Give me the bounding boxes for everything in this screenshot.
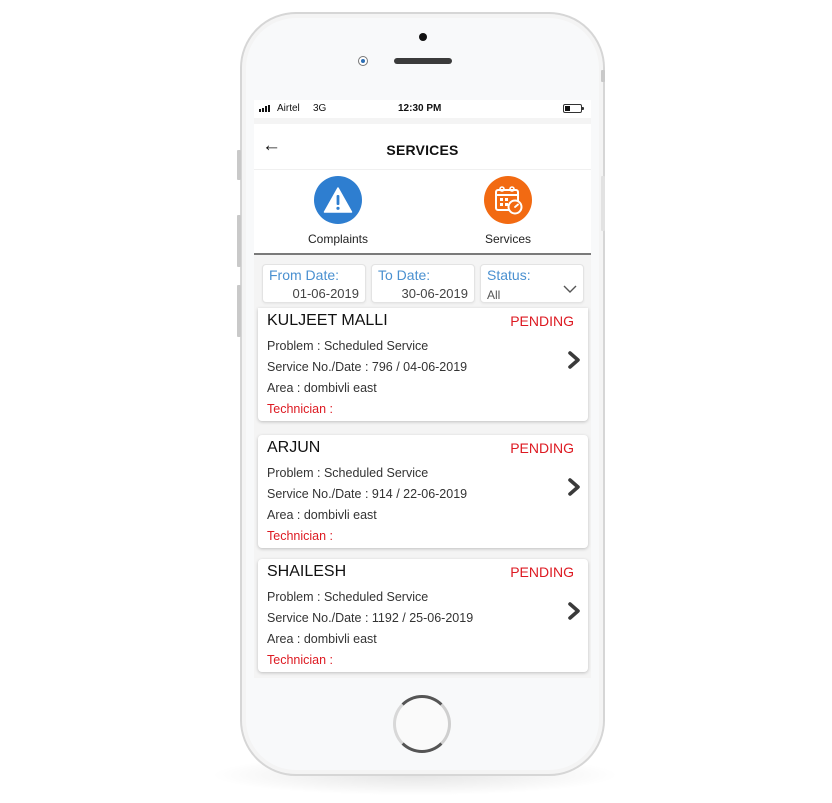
service-number-date: Service No./Date : 1192 / 25-06-2019 (267, 611, 474, 625)
from-date-picker[interactable]: From Date: 01-06-2019 (262, 264, 366, 303)
chevron-right-icon[interactable] (567, 477, 581, 497)
status-select[interactable]: Status: All (480, 264, 584, 303)
mute-switch (237, 150, 241, 180)
tab-services[interactable]: Services (448, 176, 568, 246)
filter-bar: From Date: 01-06-2019 To Date: 30-06-201… (262, 264, 584, 304)
problem-text: Problem : Scheduled Service (267, 590, 429, 604)
technician-text: Technician : (267, 529, 334, 543)
status-value: All (487, 288, 501, 302)
tab-label: Complaints (307, 232, 369, 246)
tab-complaints[interactable]: Complaints (278, 176, 398, 246)
status-badge: PENDING (510, 440, 574, 456)
side-button-top (601, 70, 605, 82)
problem-text: Problem : Scheduled Service (267, 339, 429, 353)
technician-text: Technician : (267, 653, 334, 667)
area-text: Area : dombivli east (267, 632, 377, 646)
volume-down-button (237, 285, 241, 337)
to-date-value: 30-06-2019 (401, 286, 469, 301)
battery-low-icon (563, 104, 584, 113)
home-button[interactable] (393, 695, 451, 753)
status-label: Status: (487, 267, 531, 283)
warning-triangle-icon (314, 176, 362, 224)
service-number-date: Service No./Date : 914 / 22-06-2019 (267, 487, 468, 501)
network-type: 3G (313, 103, 327, 114)
status-badge: PENDING (510, 313, 574, 329)
from-date-value: 01-06-2019 (292, 286, 360, 301)
calendar-clock-icon (484, 176, 532, 224)
customer-name: ARJUN (267, 439, 321, 456)
power-button (601, 176, 605, 231)
from-date-label: From Date: (269, 267, 340, 283)
service-card[interactable]: KULJEET MALLI PENDING Problem : Schedule… (258, 308, 588, 421)
front-camera (419, 33, 427, 41)
app-screen: Airtel 3G 12:30 PM ← SERVICES Complaints (254, 100, 591, 678)
chevron-down-icon (563, 285, 577, 293)
service-card[interactable]: ARJUN PENDING Problem : Scheduled Servic… (258, 435, 588, 548)
customer-name: SHAILESH (267, 563, 347, 580)
category-tabs: Complaints Services (254, 170, 591, 255)
area-text: Area : dombivli east (267, 508, 377, 522)
to-date-label: To Date: (378, 267, 431, 283)
proximity-sensor (358, 56, 368, 66)
technician-text: Technician : (267, 402, 334, 416)
volume-up-button (237, 215, 241, 267)
carrier-name: Airtel (277, 103, 300, 114)
customer-name: KULJEET MALLI (267, 312, 388, 329)
to-date-picker[interactable]: To Date: 30-06-2019 (371, 264, 475, 303)
area-text: Area : dombivli east (267, 381, 377, 395)
status-bar: Airtel 3G 12:30 PM (254, 100, 591, 118)
service-card[interactable]: SHAILESH PENDING Problem : Scheduled Ser… (258, 559, 588, 672)
page-title: SERVICES (386, 142, 459, 158)
service-number-date: Service No./Date : 796 / 04-06-2019 (267, 360, 468, 374)
status-time: 12:30 PM (398, 103, 442, 114)
app-header: ← SERVICES (254, 124, 591, 170)
tab-label: Services (484, 232, 531, 246)
earpiece-speaker (394, 58, 452, 64)
problem-text: Problem : Scheduled Service (267, 466, 429, 480)
signal-bars-icon (259, 105, 270, 112)
status-badge: PENDING (510, 564, 574, 580)
chevron-right-icon[interactable] (567, 350, 581, 370)
chevron-right-icon[interactable] (567, 601, 581, 621)
